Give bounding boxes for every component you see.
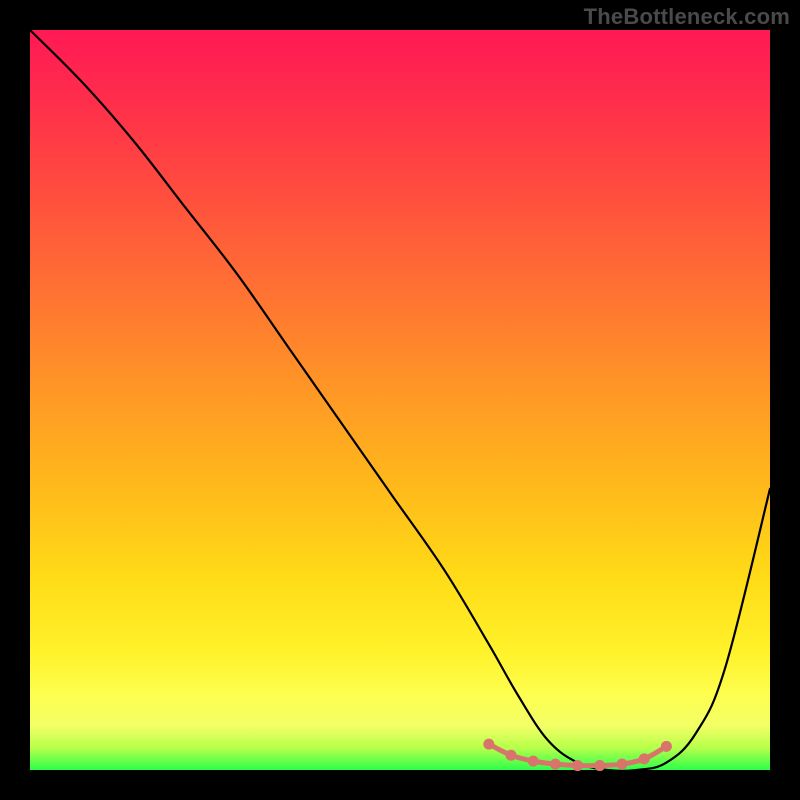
trough-dot bbox=[572, 760, 583, 771]
trough-dot bbox=[528, 756, 539, 767]
trough-dot bbox=[661, 741, 672, 752]
trough-dot bbox=[483, 739, 494, 750]
trough-dot bbox=[550, 759, 561, 770]
main-curve bbox=[30, 30, 770, 771]
plot-area bbox=[30, 30, 770, 770]
trough-dot bbox=[639, 753, 650, 764]
chart-frame: TheBottleneck.com bbox=[0, 0, 800, 800]
watermark-text: TheBottleneck.com bbox=[584, 4, 790, 30]
trough-dot bbox=[506, 750, 517, 761]
trough-markers bbox=[483, 739, 672, 771]
curve-svg bbox=[30, 30, 770, 770]
trough-dot bbox=[617, 759, 628, 770]
trough-dot bbox=[594, 760, 605, 771]
